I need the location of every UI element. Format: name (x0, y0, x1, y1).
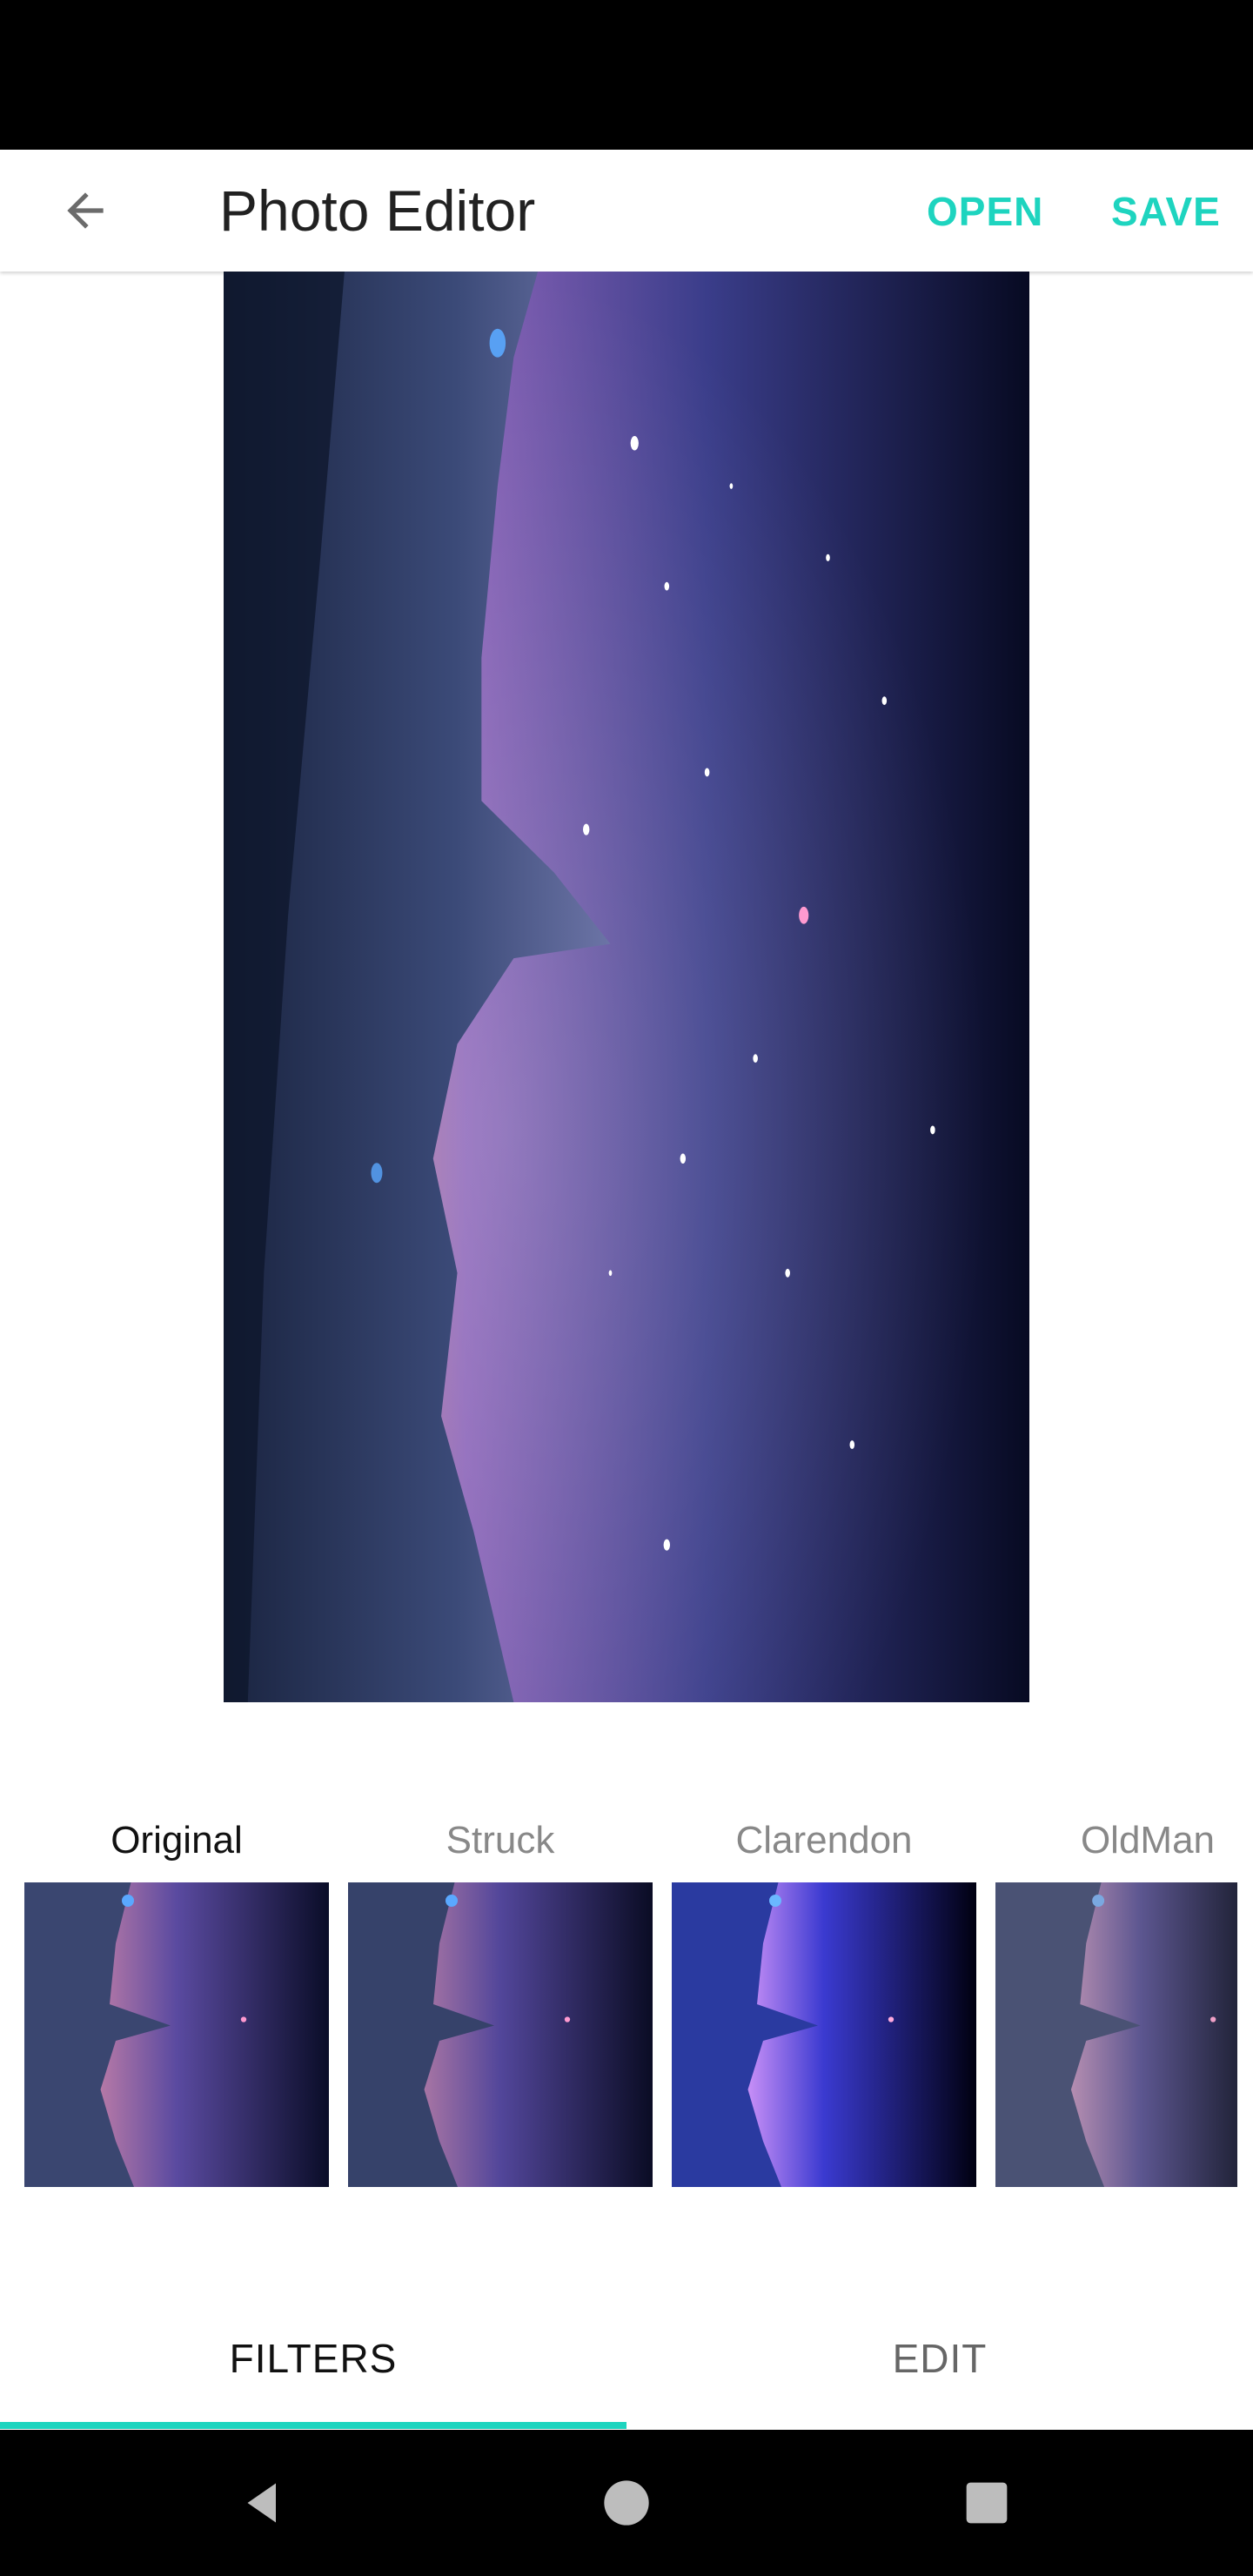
photo-preview[interactable] (224, 272, 1029, 1702)
open-button[interactable]: OPEN (927, 181, 1043, 242)
nav-home-icon (604, 2480, 649, 2526)
filter-label-original[interactable]: Original (24, 1810, 329, 1871)
filter-label-clarendon[interactable]: Clarendon (672, 1810, 976, 1871)
back-button[interactable] (50, 176, 120, 245)
filter-thumb-struck[interactable] (348, 1882, 653, 2187)
filter-thumb-clarendon[interactable] (672, 1882, 976, 2187)
tab-edit[interactable]: EDIT (626, 2298, 1253, 2419)
arrow-left-icon (67, 192, 104, 229)
tab-filters[interactable]: FILTERS (0, 2298, 626, 2419)
save-button[interactable]: SAVE (1111, 181, 1221, 242)
app-bar: Photo Editor OPEN SAVE (0, 150, 1253, 272)
nav-recents-icon (966, 2482, 1008, 2524)
nav-home-button[interactable] (592, 2468, 661, 2538)
status-bar (0, 0, 1253, 150)
navigation-bar (0, 2430, 1253, 2576)
page-title: Photo Editor (219, 178, 536, 243)
filter-thumb-oldman[interactable] (995, 1882, 1237, 2187)
nav-back-icon (247, 2483, 276, 2523)
filter-thumb-original[interactable] (24, 1882, 329, 2187)
nav-back-button[interactable] (228, 2468, 298, 2538)
nav-recents-button[interactable] (952, 2468, 1022, 2538)
filter-label-oldman[interactable]: OldMan (995, 1810, 1253, 1871)
filter-label-struck[interactable]: Struck (348, 1810, 653, 1871)
tab-indicator (0, 2422, 626, 2429)
